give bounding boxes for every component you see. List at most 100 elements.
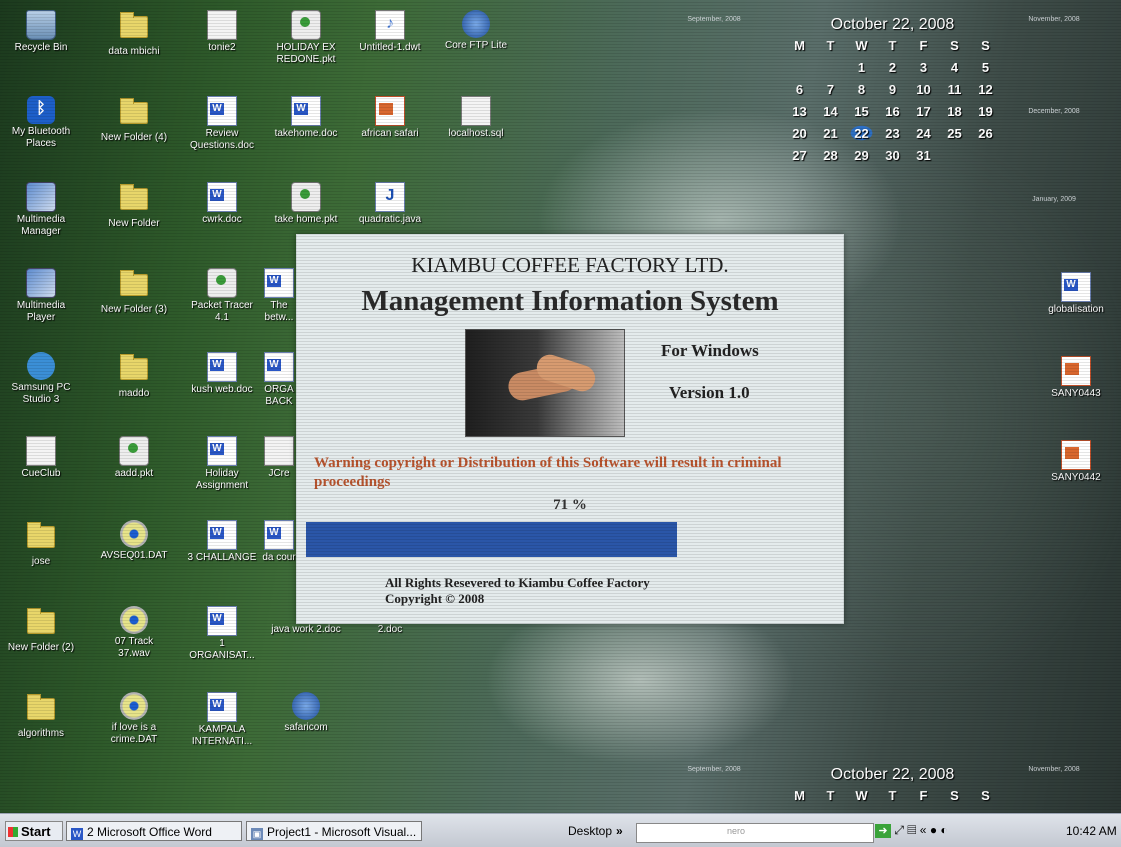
calendar-day[interactable]: 1	[846, 56, 877, 78]
calendar-day[interactable]: 29	[846, 144, 877, 166]
desktop-icon-recycle-bin[interactable]: Recycle Bin	[5, 10, 77, 54]
desktop-icon-multimedia-player[interactable]: Multimedia Player	[5, 268, 77, 324]
calendar-today[interactable]: 22	[846, 122, 877, 144]
calendar-day[interactable]: 9	[877, 78, 908, 100]
desktop-icon-new-folder-3[interactable]: New Folder (3)	[98, 268, 170, 316]
calendar-weekday: W	[855, 787, 868, 803]
desktop-icon-da-cour[interactable]: da cour	[262, 520, 296, 564]
calendar-day[interactable]: 16	[877, 100, 908, 122]
samsung-icon	[27, 352, 55, 380]
calendar-weekday: M	[794, 37, 805, 53]
calendar-day[interactable]: 24	[908, 122, 939, 144]
volume-icon[interactable]: ◐	[940, 823, 947, 837]
calendar-day[interactable]: 27	[784, 144, 815, 166]
go-arrow-icon[interactable]: ➜	[875, 824, 891, 838]
desktop-icon-algorithms[interactable]: algorithms	[5, 692, 77, 740]
calendar-day[interactable]: 5	[970, 56, 1001, 78]
address-bar[interactable]: nero	[636, 823, 874, 843]
desktop-icon-the-betw[interactable]: The betw...	[262, 268, 296, 324]
desktop-icon-new-folder-4[interactable]: New Folder (4)	[98, 96, 170, 144]
calendar-day[interactable]: 26	[970, 122, 1001, 144]
desktop-icon-java-work-2[interactable]: java work 2.doc	[270, 624, 342, 636]
calendar-day[interactable]: 14	[815, 100, 846, 122]
desktop-icon-holiday-ex[interactable]: HOLIDAY EX REDONE.pkt	[270, 10, 342, 66]
calendar-day[interactable]: 3	[908, 56, 939, 78]
calendar-day[interactable]: 21	[815, 122, 846, 144]
desktop-icon-1-organisat[interactable]: 1 ORGANISAT...	[186, 606, 258, 662]
calendar-day[interactable]	[939, 144, 970, 166]
desktop-icon-core-ftp[interactable]: Core FTP Lite	[440, 10, 512, 52]
desktop-icon-holiday-assignment[interactable]: Holiday Assignment	[186, 436, 258, 492]
desktop-icon-sany0443[interactable]: SANY0443	[1040, 356, 1112, 400]
start-button[interactable]: Start	[5, 821, 63, 841]
mini-calendar-january: January, 2009	[1032, 196, 1076, 203]
desktop-icon-african-safari[interactable]: african safari	[354, 96, 426, 140]
desktop-icon-review-questions[interactable]: Review Questions.doc	[186, 96, 258, 152]
tray-chevron-icon[interactable]: «	[920, 823, 927, 837]
calendar-day[interactable]: 7	[815, 78, 846, 100]
desktop-icon-jose[interactable]: jose	[5, 520, 77, 568]
desktop-icon-07-track-37[interactable]: 07 Track 37.wav	[98, 606, 170, 660]
taskbar-button-word[interactable]: W2 Microsoft Office Word	[66, 821, 242, 841]
calendar-day[interactable]	[815, 56, 846, 78]
calendar-day[interactable]: 11	[939, 78, 970, 100]
calendar-day[interactable]: 30	[877, 144, 908, 166]
desktop-icon-new-folder[interactable]: New Folder	[98, 182, 170, 230]
desktop-icon-avseq01[interactable]: AVSEQ01.DAT	[98, 520, 170, 562]
calendar-day[interactable]: 23	[877, 122, 908, 144]
desktop-icon-new-folder-2[interactable]: New Folder (2)	[5, 606, 77, 654]
desktop-icon-orga-back[interactable]: ORGA BACK	[262, 352, 296, 408]
desktop-icon-localhost-sql[interactable]: localhost.sql	[440, 96, 512, 140]
desktop-icon-kampala-internati[interactable]: KAMPALA INTERNATI...	[186, 692, 258, 748]
desktop-icon-maddo[interactable]: maddo	[98, 352, 170, 400]
desktop-icon-tonie2[interactable]: tonie2	[186, 10, 258, 54]
calendar-day[interactable]: 25	[939, 122, 970, 144]
network-icon[interactable]: ●	[930, 823, 937, 837]
calendar-day[interactable]: 13	[784, 100, 815, 122]
desktop-icon-multimedia-manager[interactable]: Multimedia Manager	[5, 182, 77, 238]
desktop-icon-aadd-pkt[interactable]: aadd.pkt	[98, 436, 170, 480]
desktop-icon-untitled-dwt[interactable]: ♪ Untitled-1.dwt	[354, 10, 426, 54]
desktop-icon-sany0442[interactable]: SANY0442	[1040, 440, 1112, 484]
calendar-weekday: M	[794, 787, 805, 803]
calendar-day[interactable]: 15	[846, 100, 877, 122]
calendar-day[interactable]: 4	[939, 56, 970, 78]
calendar-day[interactable]: 12	[970, 78, 1001, 100]
monitor-icon[interactable]: ▤	[907, 823, 916, 837]
calendar-day[interactable]: 6	[784, 78, 815, 100]
desktop-icon-cwrk-doc[interactable]: cwrk.doc	[186, 182, 258, 226]
calendar-day[interactable]: 18	[939, 100, 970, 122]
calendar-day[interactable]: 8	[846, 78, 877, 100]
calendar-day[interactable]: 31	[908, 144, 939, 166]
desktop-icon-cueclub[interactable]: CueClub	[5, 436, 77, 480]
calendar-day[interactable]	[970, 144, 1001, 166]
calendar-day[interactable]: 2	[877, 56, 908, 78]
calendar-day[interactable]: 10	[908, 78, 939, 100]
generic-file-icon	[461, 96, 491, 126]
link-icon[interactable]: ⤢	[894, 823, 904, 837]
desktop-icon-takehome-doc[interactable]: takehome.doc	[270, 96, 342, 140]
desktop-icon-3-challange[interactable]: 3 CHALLANGE	[186, 520, 258, 564]
calendar-day[interactable]	[784, 56, 815, 78]
desktop-icon-safaricom[interactable]: safaricom	[270, 692, 342, 734]
calendar-day[interactable]: 17	[908, 100, 939, 122]
desktop-icon-if-love-is-a-crime[interactable]: if love is a crime.DAT	[98, 692, 170, 746]
taskbar-button-visual-basic[interactable]: ▣ Project1 - Microsoft Visual...	[246, 821, 422, 841]
desktop-toolbar-label[interactable]: Desktop	[568, 824, 612, 838]
desktop-icon-globalisation[interactable]: globalisation	[1040, 272, 1112, 316]
desktop-icon-take-home-pkt[interactable]: take home.pkt	[270, 182, 342, 226]
desktop-icon-samsung-pc-studio[interactable]: Samsung PC Studio 3	[5, 352, 77, 406]
desktop-icon-jcre[interactable]: JCre	[262, 436, 296, 480]
desktop-icon-2-doc[interactable]: 2.doc	[354, 624, 426, 636]
toolbar-chevron[interactable]: »	[616, 824, 623, 838]
desktop-icon-bluetooth[interactable]: ᛒ My Bluetooth Places	[5, 96, 77, 150]
calendar-day[interactable]: 19	[970, 100, 1001, 122]
calendar-day[interactable]: 28	[815, 144, 846, 166]
desktop-icon-packet-tracer[interactable]: Packet Tracer 4.1	[186, 268, 258, 324]
desktop-icon-kush-web[interactable]: kush web.doc	[186, 352, 258, 396]
desktop-icon-quadratic-java[interactable]: Jquadratic.java	[354, 182, 426, 226]
calendar-day[interactable]: 20	[784, 122, 815, 144]
word-doc-icon	[207, 692, 237, 722]
clock: 10:42 AM	[1066, 824, 1117, 838]
desktop-icon-data-mbichi[interactable]: data mbichi	[98, 10, 170, 58]
